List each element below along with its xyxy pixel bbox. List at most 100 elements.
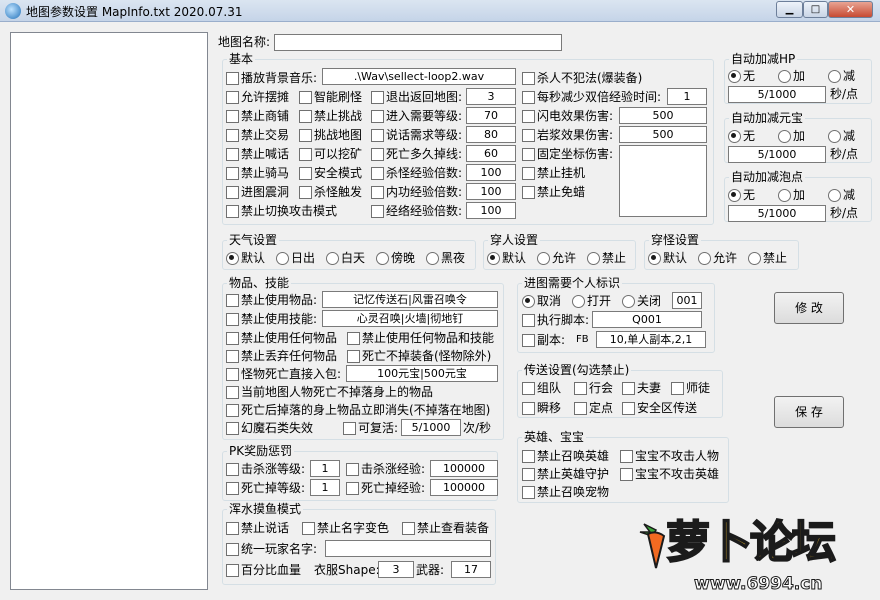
auto-yb-sub-radio[interactable]: 减 [828,128,855,144]
unify-name-checkbox[interactable]: 统一玩家名字: [226,541,317,557]
exit-map-checkbox[interactable]: 退出返回地图: [371,89,462,105]
personal-close-radio[interactable]: 关闭 [622,293,661,309]
ban-hero-guard-checkbox[interactable]: 禁止英雄守护 [522,466,609,482]
no-crime-checkbox[interactable]: 杀人不犯法(爆装备) [522,70,642,86]
kill-level-checkbox[interactable]: 击杀涨等级: [226,461,305,477]
ban-summon-pet-checkbox[interactable]: 禁止召唤宠物 [522,484,609,500]
drop-vanish-checkbox[interactable]: 死亡后掉落的身上物品立即消失(不掉落在地图) [226,402,490,418]
personal-id-input[interactable]: 001 [672,292,702,309]
teleport-blink-checkbox[interactable]: 瞬移 [522,400,561,416]
map-list[interactable] [10,32,208,590]
run-script-checkbox[interactable]: 执行脚本: [522,312,589,328]
teleport-fixed-checkbox[interactable]: 定点 [574,400,613,416]
ban-ride-checkbox[interactable]: 禁止骑马 [226,165,289,181]
ban-use-skill-input[interactable]: 心灵召唤|火墙|彻地钉 [322,310,498,327]
death-level-input[interactable]: 1 [310,479,340,496]
auto-yb-add-radio[interactable]: 加 [778,128,805,144]
teleport-team-checkbox[interactable]: 组队 [522,380,561,396]
weather-sunrise-radio[interactable]: 日出 [276,250,315,266]
revive-input[interactable]: 5/1000 [401,419,461,436]
death-exp-checkbox[interactable]: 死亡掉经验: [346,480,425,496]
fixed-damage-checkbox[interactable]: 固定坐标伤害: [522,146,613,162]
auto-hp-input[interactable]: 5/1000 [728,86,826,103]
ban-dart-checkbox[interactable]: 禁止免蜡 [522,184,585,200]
enter-level-checkbox[interactable]: 进入需要等级: [371,108,462,124]
ban-discard-checkbox[interactable]: 禁止丢弃任何物品 [226,348,337,364]
lightning-input[interactable]: 500 [619,107,707,124]
teleport-couple-checkbox[interactable]: 夫妻 [622,380,661,396]
monster-bag-input[interactable]: 100元宝|500元宝 [346,365,498,382]
pct-hp-checkbox[interactable]: 百分比血量 [226,562,301,578]
ban-hang-checkbox[interactable]: 禁止挂机 [522,165,585,181]
no-drop-body-checkbox[interactable]: 当前地图人物死亡不掉落身上的物品 [226,384,433,400]
smart-refresh-checkbox[interactable]: 智能刷怪 [299,89,362,105]
auto-hp-add-radio[interactable]: 加 [778,68,805,84]
map-name-input[interactable] [274,34,562,51]
kill-exp-gain-checkbox[interactable]: 击杀涨经验: [346,461,425,477]
weather-day-radio[interactable]: 白天 [326,250,365,266]
into-cave-checkbox[interactable]: 进图震洞 [226,184,289,200]
exit-map-input[interactable]: 3 [466,88,516,105]
unify-name-input[interactable] [325,540,491,557]
fixed-damage-textarea[interactable] [619,145,707,217]
dungeon-checkbox[interactable]: 副本: [522,332,565,348]
ban-use-item-checkbox[interactable]: 禁止使用物品: [226,292,317,308]
meridian-exp-checkbox[interactable]: 经络经验倍数: [371,203,462,219]
fish-ban-talk-checkbox[interactable]: 禁止说话 [226,520,289,536]
challenge-map-checkbox[interactable]: 挑战地图 [299,127,362,143]
teleport-guild-checkbox[interactable]: 行会 [574,380,613,396]
auto-pp-sub-radio[interactable]: 减 [828,187,855,203]
can-mine-checkbox[interactable]: 可以挖矿 [299,146,362,162]
teleport-safezone-checkbox[interactable]: 安全区传送 [622,400,697,416]
kill-level-input[interactable]: 1 [310,460,340,477]
meridian-exp-input[interactable]: 100 [466,202,516,219]
personal-cancel-radio[interactable]: 取消 [522,293,561,309]
fish-ban-view-equip-checkbox[interactable]: 禁止查看装备 [402,520,489,536]
wear-monster-default-radio[interactable]: 默认 [648,250,687,266]
death-drop-checkbox[interactable]: 死亡多久掉线: [371,146,462,162]
double-exp-input[interactable]: 1 [667,88,707,105]
kill-exp-input[interactable]: 100 [466,164,516,181]
inner-exp-input[interactable]: 100 [466,183,516,200]
ban-summon-hero-checkbox[interactable]: 禁止召唤英雄 [522,448,609,464]
safe-mode-checkbox[interactable]: 安全模式 [299,165,362,181]
ban-shop-checkbox[interactable]: 禁止商铺 [226,108,289,124]
ban-challenge-checkbox[interactable]: 禁止挑战 [299,108,362,124]
enter-level-input[interactable]: 70 [466,107,516,124]
bgm-input[interactable]: .\Wav\sellect-loop2.wav [322,68,516,85]
weather-night-radio[interactable]: 黑夜 [426,250,465,266]
wear-person-allow-radio[interactable]: 允许 [537,250,576,266]
ban-trade-checkbox[interactable]: 禁止交易 [226,127,289,143]
auto-hp-sub-radio[interactable]: 减 [828,68,855,84]
teleport-master-checkbox[interactable]: 师徒 [671,380,710,396]
minimize-button[interactable]: ▁ [776,1,803,18]
magic-lose-checkbox[interactable]: 幻魔石类失效 [226,420,313,436]
bgm-checkbox[interactable]: 播放背景音乐: [226,70,317,86]
wear-monster-allow-radio[interactable]: 允许 [698,250,737,266]
save-button[interactable]: 保 存 [774,396,844,428]
clothes-input[interactable]: 3 [378,561,414,578]
kill-trigger-checkbox[interactable]: 杀怪触发 [299,184,362,200]
ban-any-item-checkbox[interactable]: 禁止使用任何物品 [226,330,337,346]
lava-input[interactable]: 500 [619,126,707,143]
death-drop-input[interactable]: 60 [466,145,516,162]
modify-button[interactable]: 修 改 [774,292,844,324]
revive-checkbox[interactable]: 可复活: [343,420,398,436]
close-button[interactable]: ✕ [828,1,873,18]
auto-hp-none-radio[interactable]: 无 [728,68,755,84]
allow-stall-checkbox[interactable]: 允许摆摊 [226,89,289,105]
auto-pp-input[interactable]: 5/1000 [728,205,826,222]
weather-default-radio[interactable]: 默认 [226,250,265,266]
run-script-input[interactable]: Q001 [592,311,702,328]
fish-ban-name-color-checkbox[interactable]: 禁止名字变色 [302,520,389,536]
talk-level-input[interactable]: 80 [466,126,516,143]
auto-yb-none-radio[interactable]: 无 [728,128,755,144]
no-drop-equip-checkbox[interactable]: 死亡不掉装备(怪物除外) [347,348,491,364]
inner-exp-checkbox[interactable]: 内功经验倍数: [371,184,462,200]
pet-no-attack-player-checkbox[interactable]: 宝宝不攻击人物 [620,448,719,464]
personal-open-radio[interactable]: 打开 [572,293,611,309]
wear-person-ban-radio[interactable]: 禁止 [587,250,626,266]
wear-person-default-radio[interactable]: 默认 [487,250,526,266]
maximize-button[interactable]: □ [803,1,828,18]
kill-exp-checkbox[interactable]: 杀怪经验倍数: [371,165,462,181]
